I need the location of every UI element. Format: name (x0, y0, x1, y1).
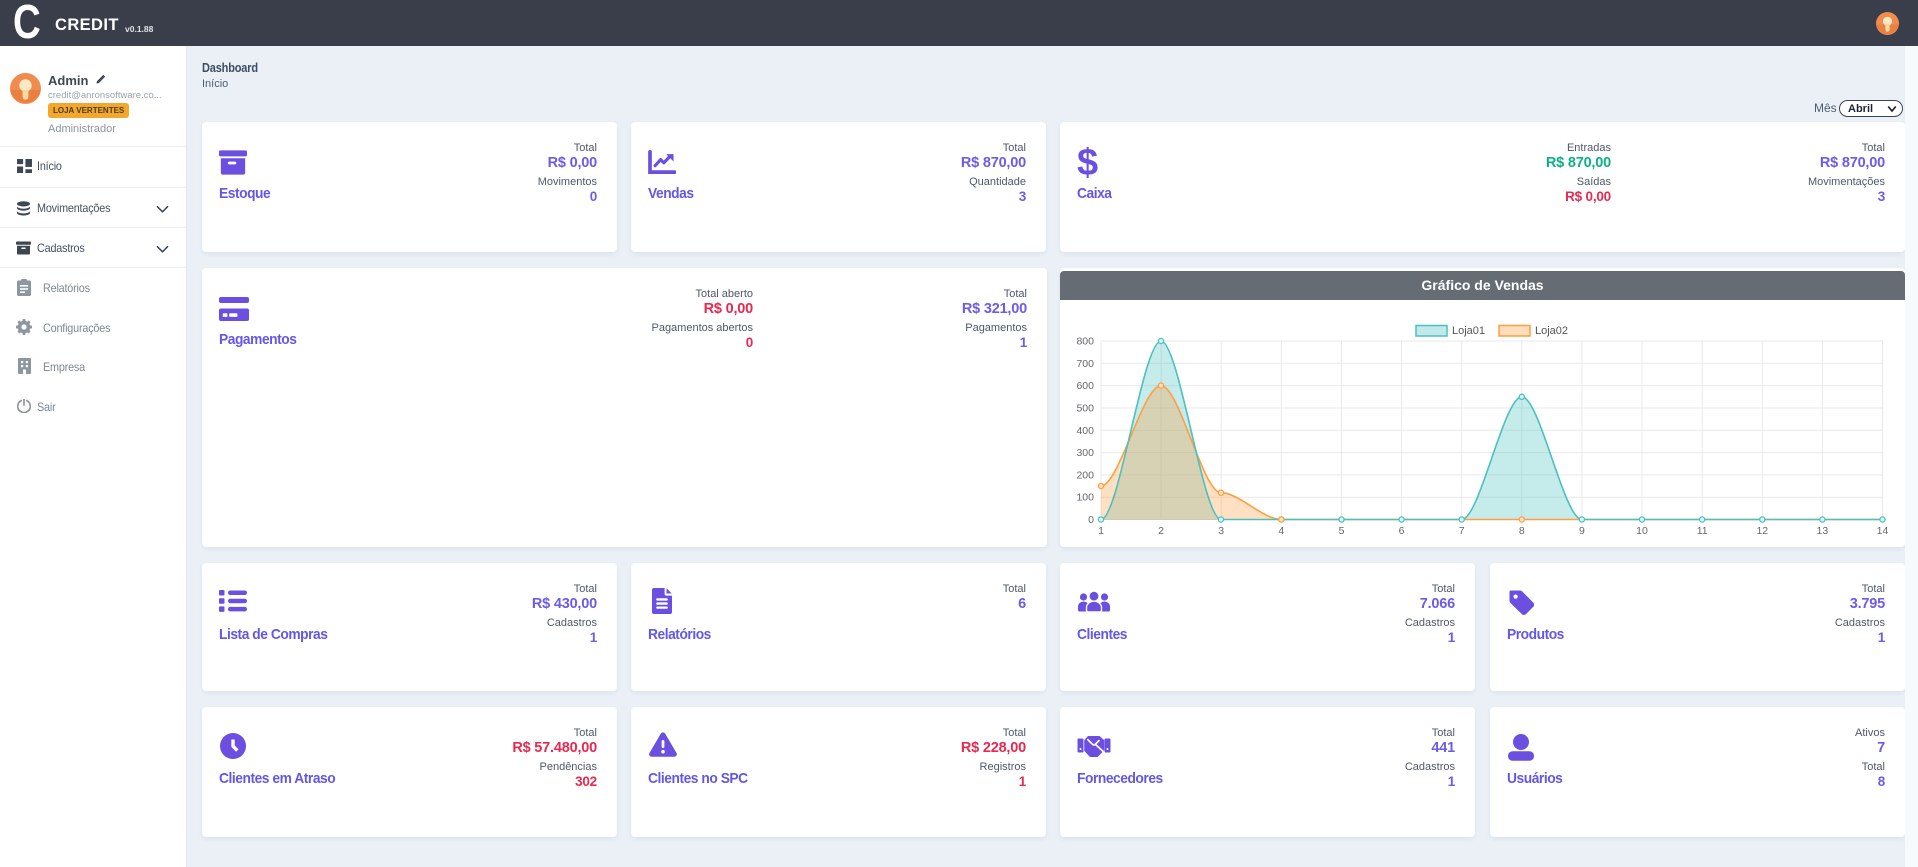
svg-text:0: 0 (1088, 514, 1094, 526)
svg-text:2: 2 (1158, 525, 1164, 537)
svg-text:6: 6 (1399, 525, 1405, 537)
svg-text:12: 12 (1756, 525, 1768, 537)
svg-text:500: 500 (1076, 403, 1094, 415)
svg-text:300: 300 (1076, 447, 1094, 459)
svg-text:4: 4 (1278, 525, 1284, 537)
svg-text:800: 800 (1076, 336, 1094, 348)
svg-text:400: 400 (1076, 425, 1094, 437)
svg-text:7: 7 (1459, 525, 1465, 537)
svg-text:3: 3 (1218, 525, 1224, 537)
svg-text:9: 9 (1579, 525, 1585, 537)
svg-text:14: 14 (1877, 525, 1889, 537)
svg-text:Loja01: Loja01 (1452, 325, 1485, 337)
svg-text:8: 8 (1519, 525, 1525, 537)
svg-text:10: 10 (1636, 525, 1648, 537)
svg-text:Loja02: Loja02 (1535, 325, 1568, 337)
svg-text:600: 600 (1076, 380, 1094, 392)
svg-text:11: 11 (1697, 525, 1708, 537)
svg-text:100: 100 (1076, 492, 1094, 504)
svg-text:13: 13 (1817, 525, 1829, 537)
svg-text:200: 200 (1076, 469, 1094, 481)
svg-text:700: 700 (1076, 358, 1094, 370)
svg-text:5: 5 (1339, 525, 1345, 537)
svg-text:1: 1 (1098, 525, 1104, 537)
